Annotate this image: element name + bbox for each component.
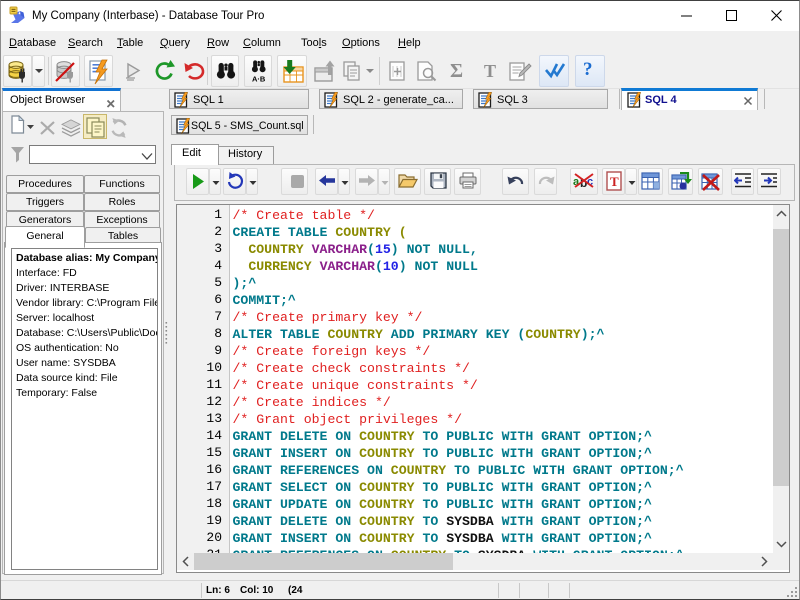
- svg-text:T: T: [610, 174, 619, 189]
- svg-text:A·B: A·B: [252, 75, 266, 84]
